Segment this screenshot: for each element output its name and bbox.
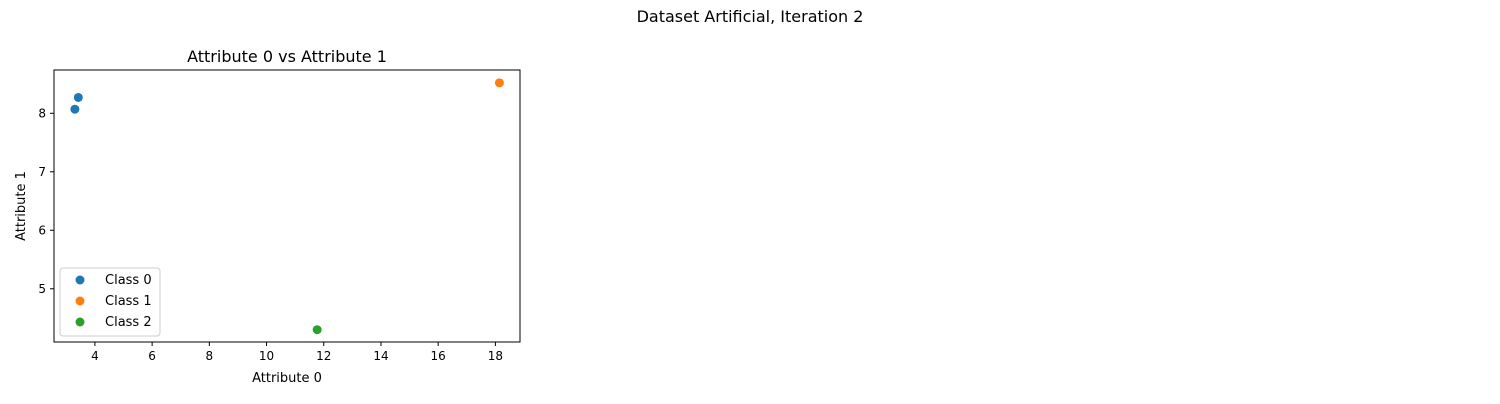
legend-marker-0	[75, 275, 85, 285]
legend-label-1: Class 1	[105, 294, 152, 309]
y-axis-label: Attribute 1	[14, 171, 29, 241]
x-tick-label: 4	[91, 349, 99, 363]
scatter-chart: Dataset Artificial, Iteration 2 Attribut…	[14, 7, 864, 386]
y-tick-label: 5	[38, 282, 46, 296]
x-tick-label: 10	[259, 349, 274, 363]
legend-marker-2	[75, 317, 85, 327]
chart-title: Attribute 0 vs Attribute 1	[187, 47, 387, 66]
x-tick-label: 16	[431, 349, 446, 363]
x-tick-label: 14	[373, 349, 388, 363]
figure: Dataset Artificial, Iteration 2 Attribut…	[0, 0, 1500, 400]
data-point-class-2-0	[312, 325, 322, 335]
y-tick-label: 7	[38, 165, 46, 179]
figure-suptitle: Dataset Artificial, Iteration 2	[637, 7, 864, 26]
legend-marker-1	[75, 296, 85, 306]
legend: Class 0 Class 1 Class 2	[59, 267, 161, 337]
y-tick-label: 8	[38, 106, 46, 120]
x-tick-label: 12	[316, 349, 331, 363]
y-tick-label: 6	[38, 223, 46, 237]
data-point-class-1-0	[494, 78, 504, 88]
data-point-class-0-0	[70, 104, 80, 114]
x-tick-label: 18	[488, 349, 503, 363]
x-tick-label: 6	[148, 349, 156, 363]
x-tick-label: 8	[206, 349, 214, 363]
data-point-class-0-1	[73, 92, 83, 102]
legend-label-2: Class 2	[105, 315, 152, 330]
x-axis-label: Attribute 0	[252, 371, 322, 386]
legend-label-0: Class 0	[105, 273, 152, 288]
